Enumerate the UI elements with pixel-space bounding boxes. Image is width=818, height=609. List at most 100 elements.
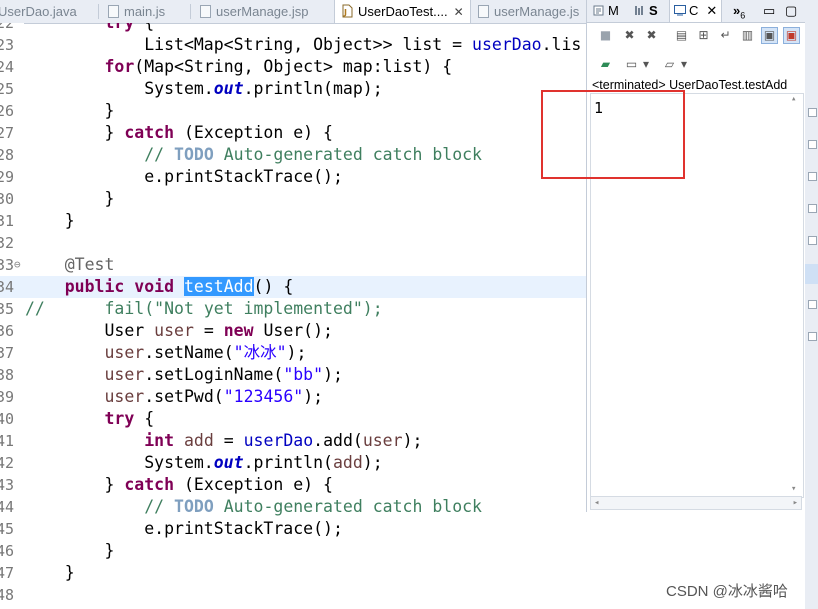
- close-icon[interactable]: ✕: [706, 3, 717, 18]
- tab-main-js[interactable]: main.js: [108, 0, 165, 23]
- code-line[interactable]: 35 // fail("Not yet implemented");: [0, 298, 586, 320]
- code-line[interactable]: 24 for(Map<String, Object> map:list) {: [0, 56, 586, 78]
- scroll-lock-button[interactable]: ⊞: [695, 27, 712, 44]
- maximize-button[interactable]: ▢: [785, 0, 797, 22]
- close-icon[interactable]: ✕: [454, 5, 464, 19]
- code-text: }: [25, 100, 114, 122]
- tab-markers[interactable]: M: [590, 0, 622, 22]
- code-line[interactable]: 30 }: [0, 188, 586, 210]
- side-marker[interactable]: [808, 172, 817, 181]
- line-number: 39: [0, 388, 15, 406]
- code-line[interactable]: 39 user.setPwd("123456");: [0, 386, 586, 408]
- code-text: int add = userDao.add(user);: [25, 430, 422, 452]
- code-line[interactable]: 33 ⊖ @Test: [0, 254, 586, 276]
- code-token: //: [144, 145, 175, 164]
- scroll-lock-icon: ⊞: [698, 28, 709, 42]
- code-token: for: [104, 57, 135, 76]
- new-console-dropdown[interactable]: ▾: [679, 56, 689, 73]
- code-text: @Test: [25, 254, 115, 276]
- code-line[interactable]: 32: [0, 232, 586, 254]
- code-line[interactable]: 43 } catch (Exception e) {: [0, 474, 586, 496]
- minimize-icon: ▭: [763, 3, 776, 18]
- code-line[interactable]: 34 public void testAdd() {: [0, 276, 586, 298]
- code-line[interactable]: 46 }: [0, 540, 586, 562]
- side-marker[interactable]: [808, 108, 817, 117]
- stop-icon: ■: [599, 28, 612, 42]
- code-line[interactable]: 45 e.printStackTrace();: [0, 518, 586, 540]
- console-toolbar: ■ ✖ ✖ ▤ ⊞ ↵ ▥ ▣ ▣: [587, 23, 805, 49]
- code-token: User: [25, 321, 155, 340]
- remove-all-terminated-button[interactable]: ✖: [643, 27, 660, 44]
- code-token: {: [134, 23, 154, 32]
- line-number: 35: [0, 300, 15, 318]
- word-wrap-button[interactable]: ↵: [717, 27, 734, 44]
- code-text: user.setPwd("123456");: [25, 386, 323, 408]
- side-marker[interactable]: [808, 204, 817, 213]
- code-editor[interactable]: 22 try {23 List<Map<String, Object>> lis…: [0, 23, 586, 609]
- tab-userdao-java[interactable]: UserDao.java: [0, 0, 77, 23]
- remove-launch-button[interactable]: ✖: [621, 27, 638, 44]
- code-token: TODO: [174, 145, 214, 164]
- code-line[interactable]: 37 user.setName("冰冰");: [0, 342, 586, 364]
- code-line[interactable]: 28 // TODO Auto-generated catch block: [0, 144, 586, 166]
- code-line[interactable]: 22 try {: [0, 23, 586, 34]
- scroll-left-icon: ◂: [594, 498, 600, 508]
- side-marker[interactable]: [808, 332, 817, 341]
- show-console-stderr-button[interactable]: ▣: [783, 27, 800, 44]
- remove-all-icon: ✖: [646, 28, 657, 42]
- code-line[interactable]: 23 List<Map<String, Object>> list = user…: [0, 34, 586, 56]
- code-text: user.setLoginName("bb");: [25, 364, 342, 386]
- code-token: System.: [25, 79, 214, 98]
- line-number: 48: [0, 586, 15, 604]
- scroll-up-icon: ▴: [791, 94, 797, 104]
- code-token: add: [332, 453, 363, 472]
- chevron-down-icon: ▾: [680, 57, 688, 71]
- code-line[interactable]: 27 } catch (Exception e) {: [0, 122, 586, 144]
- side-marker[interactable]: [808, 300, 817, 309]
- code-line[interactable]: 26 }: [0, 100, 586, 122]
- side-marker[interactable]: [808, 236, 817, 245]
- code-line[interactable]: 38 user.setLoginName("bb");: [0, 364, 586, 386]
- side-marker[interactable]: [808, 140, 817, 149]
- vertical-scrollbar[interactable]: ▴ ▾: [790, 94, 801, 494]
- js-file-icon: [108, 5, 119, 18]
- code-text: try {: [25, 408, 154, 430]
- fold-toggle-icon[interactable]: ⊖: [14, 254, 21, 276]
- code-token: }: [25, 541, 115, 560]
- code-line[interactable]: 31 }: [0, 210, 586, 232]
- tab-servers[interactable]: S: [631, 0, 661, 22]
- code-line[interactable]: 41 int add = userDao.add(user);: [0, 430, 586, 452]
- tab-usermanage-js[interactable]: userManage.js: [478, 0, 579, 23]
- pin-icon: ▣: [763, 28, 776, 42]
- code-line[interactable]: 47 }: [0, 562, 586, 584]
- display-console-dropdown[interactable]: ▾: [641, 56, 651, 73]
- horizontal-scrollbar[interactable]: ◂ ▸: [590, 496, 802, 510]
- code-line[interactable]: 36 User user = new User();: [0, 320, 586, 342]
- tab-usermanage-jsp[interactable]: userManage.jsp: [200, 0, 309, 23]
- code-line[interactable]: 48: [0, 584, 586, 606]
- code-line[interactable]: 42 System.out.println(add);: [0, 452, 586, 474]
- code-line[interactable]: 25 System.out.println(map);: [0, 78, 586, 100]
- watermark: CSDN @冰冰酱哈: [666, 583, 788, 600]
- code-token: );: [286, 343, 307, 362]
- code-line[interactable]: 29 e.printStackTrace();: [0, 166, 586, 188]
- code-token: .setPwd(: [144, 387, 224, 406]
- new-console-button[interactable]: ▱: [661, 56, 678, 73]
- code-token: );: [362, 453, 383, 472]
- show-console-stdout-button[interactable]: ▥: [739, 27, 756, 44]
- minimize-button[interactable]: ▭: [763, 0, 775, 22]
- tab-console[interactable]: C ✕: [669, 0, 723, 22]
- code-token: =: [213, 431, 244, 450]
- remove-icon: ✖: [624, 28, 635, 42]
- display-selected-console-button[interactable]: ▭: [623, 56, 640, 73]
- code-line[interactable]: 44 // TODO Auto-generated catch block: [0, 496, 586, 518]
- clear-console-button[interactable]: ▤: [673, 27, 690, 44]
- terminate-button[interactable]: ■: [597, 27, 614, 44]
- code-token: }: [25, 189, 115, 208]
- open-console-button[interactable]: ▰: [597, 56, 614, 73]
- code-line[interactable]: 40 try {: [0, 408, 586, 430]
- tab-userdaotest[interactable]: J UserDaoTest.... ✕: [334, 0, 471, 23]
- pin-console-button[interactable]: ▣: [761, 27, 778, 44]
- view-overflow[interactable]: »6: [733, 0, 745, 22]
